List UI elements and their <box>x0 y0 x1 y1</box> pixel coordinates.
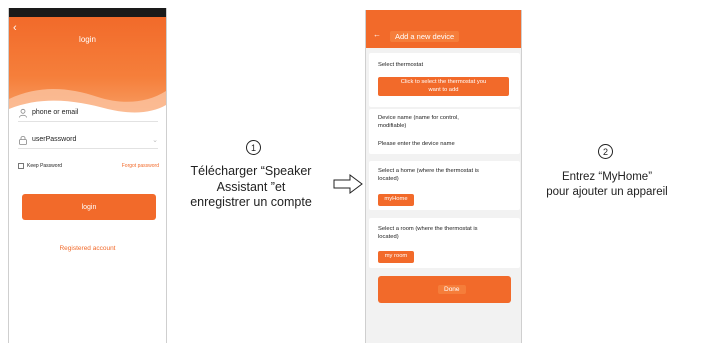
login-header <box>9 17 166 127</box>
select-thermostat-card: Select thermostat Click to select the th… <box>369 53 520 107</box>
chevron-down-icon[interactable]: ⌄ <box>152 136 158 144</box>
step-2-instruction: Entrez “MyHome” pour ajouter un appareil <box>526 170 688 199</box>
remember-row: Keep Password Forgot password <box>18 163 159 169</box>
login-button[interactable]: login <box>22 194 156 220</box>
login-phone-screen: ‹ login phone or email userPassword ⌄ Ke… <box>8 8 167 343</box>
select-thermostat-label: Select thermostat <box>378 62 424 68</box>
room-select-button[interactable]: my room <box>378 251 414 263</box>
password-placeholder: userPassword <box>32 136 77 143</box>
select-home-card: Select a home (where the thermostat is l… <box>369 161 520 210</box>
select-home-label-line-2: located) <box>378 176 399 182</box>
step-2-line-1: Entrez “MyHome” <box>561 171 653 183</box>
step-2-line-2: pour ajouter un appareil <box>546 185 668 198</box>
done-button[interactable]: Done <box>378 276 511 303</box>
page-title: Add a new device <box>390 31 460 42</box>
select-thermostat-button-line-2: want to add <box>428 86 459 93</box>
step-1-line-2: Assistant ”et <box>216 179 286 194</box>
phone-email-field[interactable]: phone or email <box>18 104 158 122</box>
device-name-label-line-1: Device name (name for control, <box>378 115 459 121</box>
add-device-phone-screen: ← Add a new device Select thermostat Cli… <box>365 10 522 343</box>
keep-password-checkbox[interactable] <box>18 163 24 169</box>
add-device-header <box>366 10 521 48</box>
step-1-badge: 1 <box>246 140 261 155</box>
page-title: login <box>79 35 96 44</box>
phone-email-placeholder: phone or email <box>32 109 79 116</box>
select-room-label: Select a room (where the thermostat is l… <box>378 225 478 241</box>
step-1-instruction: Télécharger “Speaker Assistant ”et enreg… <box>168 164 334 211</box>
select-thermostat-button-line-1: Click to select the thermostat you <box>400 79 487 85</box>
register-link[interactable]: Registered account <box>9 245 166 252</box>
select-room-label-line-2: located) <box>378 234 399 240</box>
select-thermostat-button[interactable]: Click to select the thermostat you want … <box>378 77 509 96</box>
keep-password-label: Keep Password <box>27 163 63 169</box>
arrow-left-icon[interactable]: ← <box>373 30 381 39</box>
chevron-left-icon[interactable]: ‹ <box>13 22 17 34</box>
step-2-badge: 2 <box>598 144 613 159</box>
status-bar <box>9 8 166 17</box>
select-home-label: Select a home (where the thermostat is l… <box>378 167 479 183</box>
user-icon <box>19 108 27 118</box>
step-1-line-1: Télécharger “Speaker <box>190 164 312 178</box>
device-name-card: Device name (name for control, modifiabl… <box>369 109 520 154</box>
done-button-label: Done <box>438 285 466 294</box>
select-room-card: Select a room (where the thermostat is l… <box>369 218 520 268</box>
forgot-password-link[interactable]: Forgot password <box>122 163 159 169</box>
arrow-right-icon <box>333 174 363 194</box>
lock-icon <box>19 135 27 145</box>
password-field[interactable]: userPassword ⌄ <box>18 131 158 149</box>
device-name-label-line-2: modifiable) <box>378 123 407 129</box>
home-select-button[interactable]: myHome <box>378 194 414 206</box>
select-room-label-line-1: Select a room (where the thermostat is <box>378 226 478 232</box>
device-name-label: Device name (name for control, modifiabl… <box>378 114 459 130</box>
device-name-input[interactable]: Please enter the device name <box>378 140 455 148</box>
select-home-label-line-1: Select a home (where the thermostat is <box>378 168 479 174</box>
step-1-line-3: enregistrer un compte <box>190 195 312 209</box>
